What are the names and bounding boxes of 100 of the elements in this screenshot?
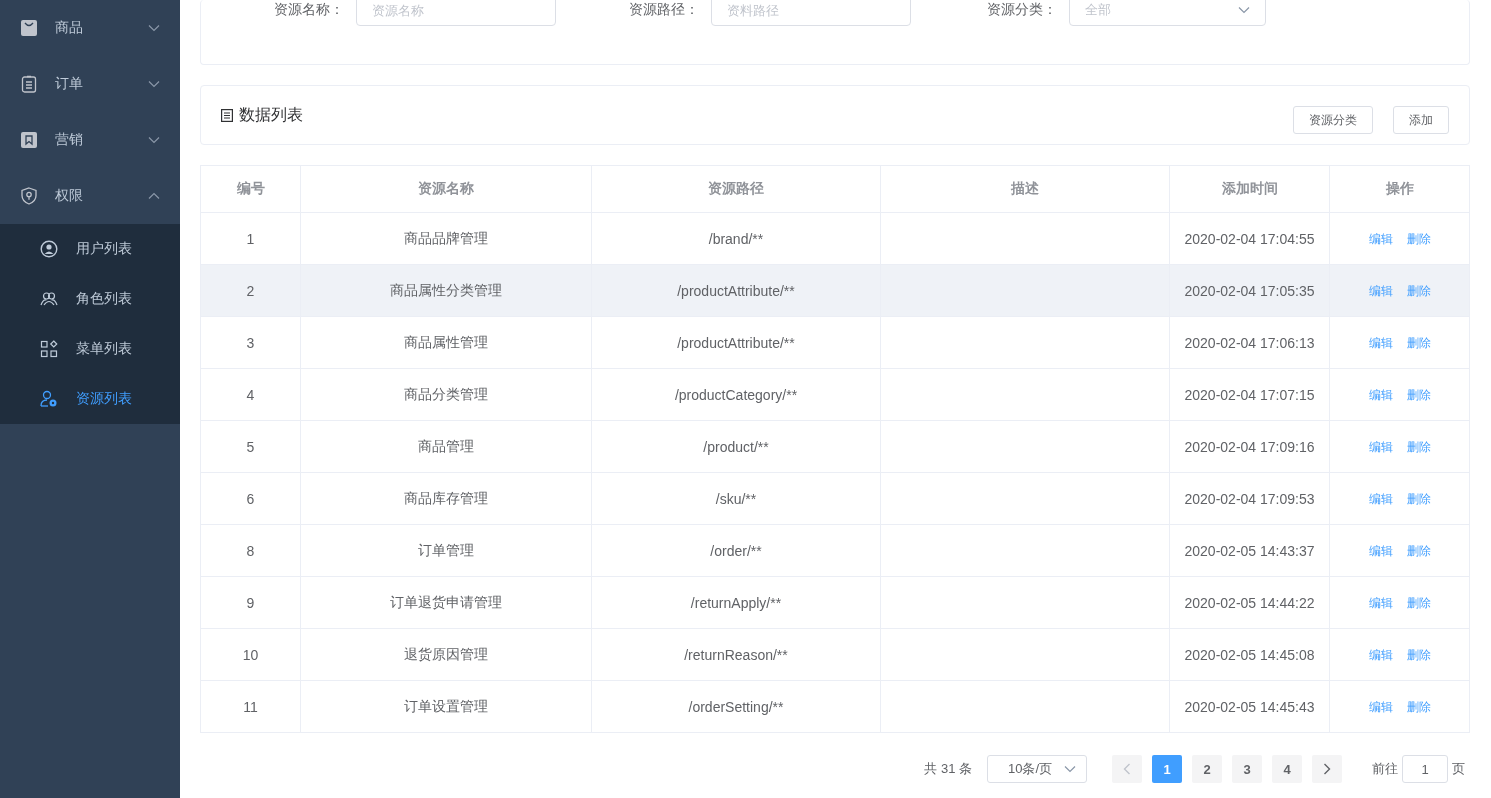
user-gear-icon	[40, 390, 58, 408]
filter-label: 资源名称：	[273, 1, 345, 19]
table-cell: /productCategory/**	[591, 368, 881, 421]
table-cell: 2020-02-04 17:09:16	[1169, 420, 1330, 473]
table-cell: 5	[200, 420, 301, 473]
chevron-down-icon	[148, 80, 160, 88]
table-cell: 订单退货申请管理	[300, 576, 592, 629]
column-header: 编号	[200, 165, 301, 213]
chevron-left-icon	[1123, 763, 1131, 775]
table-cell: 1	[200, 212, 301, 265]
action-link[interactable]: 编辑	[1368, 438, 1393, 456]
table-cell: 6	[200, 472, 301, 525]
table-cell: 10	[200, 628, 301, 681]
action-link[interactable]: 编辑	[1368, 230, 1393, 248]
table-cell: 2020-02-04 17:07:15	[1169, 368, 1330, 421]
menu-item[interactable]: 订单	[0, 56, 180, 112]
table-cell: /brand/**	[591, 212, 881, 265]
submenu-item[interactable]: 菜单列表	[0, 324, 180, 374]
action-link[interactable]: 删除	[1406, 230, 1431, 248]
page-button[interactable]: 2	[1192, 755, 1222, 783]
page-button[interactable]: 4	[1272, 755, 1302, 783]
submenu-label: 菜单列表	[76, 340, 132, 358]
chevron-down-icon	[1238, 6, 1250, 14]
action-link[interactable]: 编辑	[1368, 542, 1393, 560]
header-button[interactable]: 添加	[1393, 106, 1449, 134]
goto-suffix: 页	[1452, 760, 1465, 778]
header-button[interactable]: 资源分类	[1293, 106, 1373, 134]
action-link[interactable]: 编辑	[1368, 334, 1393, 352]
column-header: 描述	[880, 165, 1170, 213]
menu-label: 商品	[55, 19, 84, 37]
bag-icon	[20, 19, 38, 37]
menu-label: 订单	[55, 75, 84, 93]
action-link[interactable]: 删除	[1406, 646, 1431, 664]
next-page-button[interactable]	[1312, 755, 1342, 783]
column-header: 添加时间	[1169, 165, 1330, 213]
chevron-up-icon	[148, 192, 160, 200]
action-link[interactable]: 编辑	[1368, 594, 1393, 612]
table-cell: 订单设置管理	[300, 680, 592, 733]
table-cell: 2020-02-04 17:05:35	[1169, 264, 1330, 317]
action-link[interactable]: 编辑	[1368, 490, 1393, 508]
table-cell: 2020-02-05 14:45:43	[1169, 680, 1330, 733]
table-cell: 2020-02-05 14:44:22	[1169, 576, 1330, 629]
table-cell: 商品分类管理	[300, 368, 592, 421]
page-button[interactable]: 1	[1152, 755, 1182, 783]
table-cell: 商品属性分类管理	[300, 264, 592, 317]
table-cell: /order/**	[591, 524, 881, 577]
submenu-item[interactable]: 角色列表	[0, 274, 180, 324]
table-cell: 订单管理	[300, 524, 592, 577]
chevron-right-icon	[1323, 763, 1331, 775]
table-cell: /sku/**	[591, 472, 881, 525]
menu-item[interactable]: 商品	[0, 0, 180, 56]
table-cell: 2020-02-04 17:04:55	[1169, 212, 1330, 265]
action-link[interactable]: 删除	[1406, 282, 1431, 300]
chevron-down-icon	[148, 136, 160, 144]
table-cell: 商品品牌管理	[300, 212, 592, 265]
menu-item[interactable]: 营销	[0, 112, 180, 168]
submenu-label: 资源列表	[76, 390, 132, 408]
page-button[interactable]: 3	[1232, 755, 1262, 783]
table-cell: /returnApply/**	[591, 576, 881, 629]
chevron-down-icon	[1064, 765, 1076, 773]
goto-input[interactable]: 1	[1402, 755, 1448, 783]
list-icon	[221, 108, 233, 122]
page-size-select[interactable]: 10条/页	[987, 755, 1087, 783]
filter-label: 资源分类：	[985, 1, 1058, 19]
action-link[interactable]: 编辑	[1368, 698, 1393, 716]
table-cell: 2020-02-05 14:43:37	[1169, 524, 1330, 577]
list-title: 数据列表	[239, 104, 304, 125]
action-link[interactable]: 编辑	[1368, 386, 1393, 404]
action-link[interactable]: 删除	[1406, 698, 1431, 716]
table-cell: /product/**	[591, 420, 881, 473]
total-count: 共 31 条	[924, 760, 972, 778]
bookmark-icon	[20, 131, 38, 149]
select-field[interactable]: 全部	[1068, 0, 1266, 26]
action-link[interactable]: 删除	[1406, 334, 1431, 352]
chevron-down-icon	[148, 24, 160, 32]
action-link[interactable]: 删除	[1406, 594, 1431, 612]
table-cell: 商品管理	[300, 420, 592, 473]
action-link[interactable]: 删除	[1406, 542, 1431, 560]
table-cell: 4	[200, 368, 301, 421]
action-link[interactable]: 删除	[1406, 438, 1431, 456]
table-cell: 2020-02-04 17:06:13	[1169, 316, 1330, 369]
shield-icon	[20, 187, 38, 205]
action-link[interactable]: 删除	[1406, 490, 1431, 508]
menu-item[interactable]: 权限	[0, 168, 180, 224]
table-cell: 2020-02-04 17:09:53	[1169, 472, 1330, 525]
submenu-item[interactable]: 资源列表	[0, 374, 180, 424]
table-cell: 2	[200, 264, 301, 317]
goto-label: 前往	[1372, 760, 1398, 778]
input-field[interactable]: 资源名称	[356, 0, 556, 26]
grid-icon	[40, 340, 58, 358]
menu-label: 权限	[55, 187, 84, 205]
action-link[interactable]: 编辑	[1368, 282, 1393, 300]
input-field[interactable]: 资料路径	[711, 0, 911, 26]
submenu-item[interactable]: 用户列表	[0, 224, 180, 274]
action-link[interactable]: 编辑	[1368, 646, 1393, 664]
table-cell: 8	[200, 524, 301, 577]
column-header: 操作	[1329, 165, 1470, 213]
action-link[interactable]: 删除	[1406, 386, 1431, 404]
table-cell: 11	[200, 680, 301, 733]
column-header: 资源名称	[300, 165, 592, 213]
